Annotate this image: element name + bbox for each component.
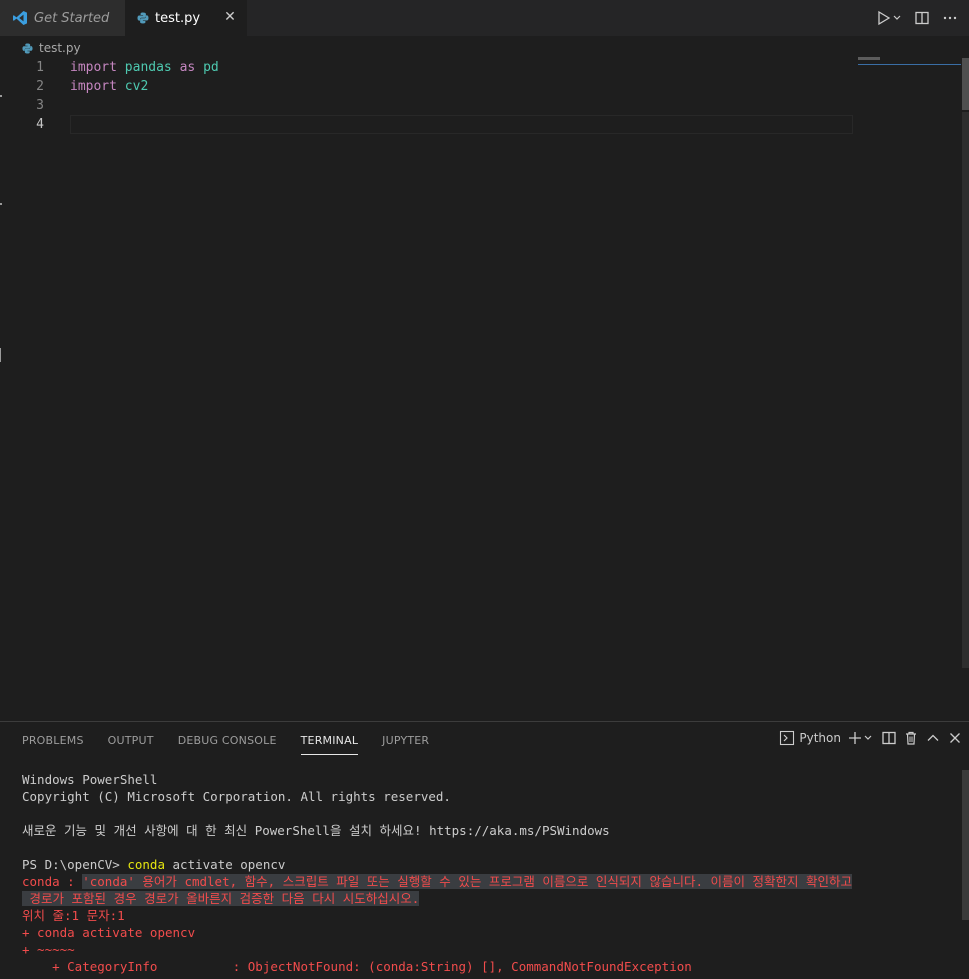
- gutter-mark: [0, 203, 2, 205]
- editor-actions: [873, 0, 961, 36]
- tab-label: test.py: [155, 10, 201, 26]
- split-terminal-icon[interactable]: [881, 730, 897, 746]
- error-message: 'conda' 용어가 cmdlet, 함수, 스크립트 파일 또는 실행할 수…: [82, 874, 853, 889]
- terminal-line: 새로운 기능 및 개선 사항에 대 한 최신 PowerShell을 설치 하세…: [22, 823, 610, 838]
- current-line-highlight: [70, 115, 853, 134]
- panel-tabs: PROBLEMS OUTPUT DEBUG CONSOLE TERMINAL J…: [22, 732, 453, 755]
- line-number: 1: [36, 60, 44, 75]
- gutter-mark: [0, 348, 1, 362]
- python-file-icon: [22, 42, 33, 54]
- vscode-logo-icon: [12, 10, 28, 26]
- terminal-scrollbar[interactable]: [962, 770, 969, 920]
- tab-label: Get Started: [34, 10, 110, 26]
- code-token: pd: [203, 60, 219, 75]
- chevron-up-icon[interactable]: [925, 730, 941, 746]
- minimap-viewport: [858, 64, 961, 65]
- error-prefix: conda :: [22, 874, 83, 889]
- terminal-error-line: + ~~~~~: [22, 942, 75, 957]
- code-line[interactable]: 2 import cv2: [0, 77, 860, 96]
- error-message: 경로가 포함된 경우 경로가 올바른지 검증한 다음 다시 시도하십시오.: [22, 891, 420, 906]
- terminal-line: Windows PowerShell: [22, 772, 158, 787]
- terminal-output[interactable]: Windows PowerShell Copyright (C) Microso…: [22, 771, 957, 975]
- close-icon[interactable]: [947, 730, 963, 746]
- run-python-file-button[interactable]: [873, 7, 905, 29]
- tab-test-py[interactable]: test.py ✕: [125, 0, 247, 36]
- terminal-error-line: + CategoryInfo : ObjectNotFound: (conda:…: [22, 959, 692, 974]
- code-token: as: [179, 60, 196, 75]
- code-token: cv2: [124, 79, 149, 94]
- tab-debug-console[interactable]: DEBUG CONSOLE: [178, 732, 277, 754]
- terminal-prompt-line: PS D:\openCV> conda activate opencv: [22, 856, 957, 873]
- breadcrumb-file[interactable]: test.py: [39, 41, 81, 55]
- editor-scrollbar-thumb[interactable]: [962, 58, 969, 110]
- command: conda: [127, 857, 165, 872]
- tab-terminal[interactable]: TERMINAL: [300, 732, 359, 755]
- more-actions-icon[interactable]: [939, 7, 961, 29]
- terminal-line: Copyright (C) Microsoft Corporation. All…: [22, 789, 451, 804]
- tab-jupyter[interactable]: JUPYTER: [382, 732, 429, 754]
- code-text: import pandas as pd: [70, 58, 219, 77]
- code-token: pandas: [124, 60, 172, 75]
- tab-output[interactable]: OUTPUT: [108, 732, 154, 754]
- new-terminal-button[interactable]: [847, 730, 875, 746]
- code-token: import: [70, 60, 117, 75]
- python-file-icon: [137, 12, 149, 24]
- code-line[interactable]: 1 import pandas as pd: [0, 58, 860, 77]
- panel-actions: Python: [779, 730, 963, 746]
- code-editor[interactable]: 1 import pandas as pd 2 import cv2 3 4: [0, 58, 860, 134]
- gutter-mark: [0, 95, 2, 97]
- code-token: import: [70, 79, 117, 94]
- split-editor-icon[interactable]: [911, 7, 933, 29]
- terminal-error-line: + conda activate opencv: [22, 925, 196, 940]
- trash-icon[interactable]: [903, 730, 919, 746]
- terminal-icon: [780, 730, 795, 746]
- editor-tab-bar: Get Started test.py ✕: [0, 0, 969, 36]
- tab-get-started[interactable]: Get Started: [0, 0, 125, 36]
- prompt: PS D:\openCV>: [22, 857, 128, 872]
- close-icon[interactable]: ✕: [223, 10, 237, 24]
- terminal-instance[interactable]: Python: [779, 730, 841, 746]
- line-number: 2: [36, 79, 44, 94]
- terminal-error-line: 경로가 포함된 경우 경로가 올바른지 검증한 다음 다시 시도하십시오.: [22, 890, 957, 907]
- terminal-name: Python: [799, 731, 841, 745]
- command-args: activate opencv: [165, 857, 286, 872]
- breadcrumb[interactable]: test.py: [22, 38, 81, 58]
- editor-scrollbar-track[interactable]: [962, 112, 969, 668]
- line-number: 4: [36, 117, 44, 132]
- terminal-error-line: 위치 줄:1 문자:1: [22, 908, 125, 923]
- code-line[interactable]: 3: [0, 96, 860, 115]
- terminal-error-line: conda : 'conda' 용어가 cmdlet, 함수, 스크립트 파일 …: [22, 873, 957, 890]
- minimap[interactable]: [858, 57, 880, 60]
- tab-problems[interactable]: PROBLEMS: [22, 732, 84, 754]
- code-line[interactable]: 4: [0, 115, 860, 134]
- line-number: 3: [36, 98, 44, 113]
- code-text: import cv2: [70, 77, 148, 96]
- bottom-panel: PROBLEMS OUTPUT DEBUG CONSOLE TERMINAL J…: [0, 721, 969, 979]
